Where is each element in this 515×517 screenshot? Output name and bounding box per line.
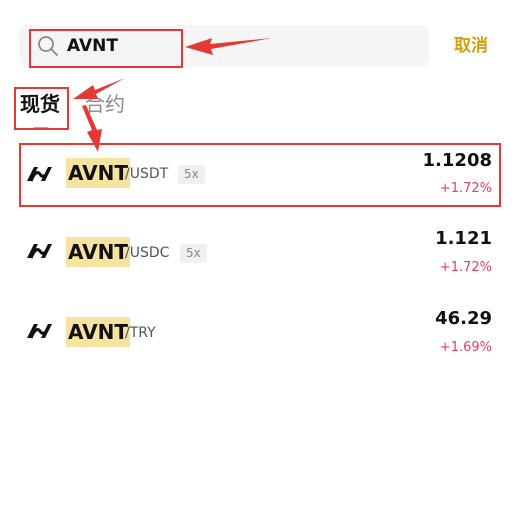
tab-futures[interactable]: 合约 [85, 90, 125, 118]
last-price: 1.121 [435, 228, 492, 249]
pair-base: AVNT [66, 317, 130, 347]
leverage-badge: 5x [180, 244, 207, 263]
price-change: +1.69% [439, 340, 492, 355]
pair-base: AVNT [66, 237, 130, 267]
last-price: 46.29 [435, 308, 492, 329]
avantis-logo-icon [27, 244, 52, 259]
market-row-avnt-try[interactable]: AVNT /TRY 46.29 +1.69% [20, 301, 498, 366]
pair-quote: /USDC [125, 245, 170, 261]
pair-quote: /TRY [125, 325, 156, 341]
cancel-button[interactable]: 取消 [454, 34, 488, 58]
price-change: +1.72% [439, 260, 492, 275]
annotation-box-search [29, 29, 183, 68]
market-row-avnt-usdc[interactable]: AVNT /USDC 5x 1.121 +1.72% [20, 221, 498, 286]
annotation-box-spot-tab [14, 87, 69, 130]
annotation-box-first-row [19, 143, 501, 207]
avantis-logo-icon [27, 324, 52, 339]
